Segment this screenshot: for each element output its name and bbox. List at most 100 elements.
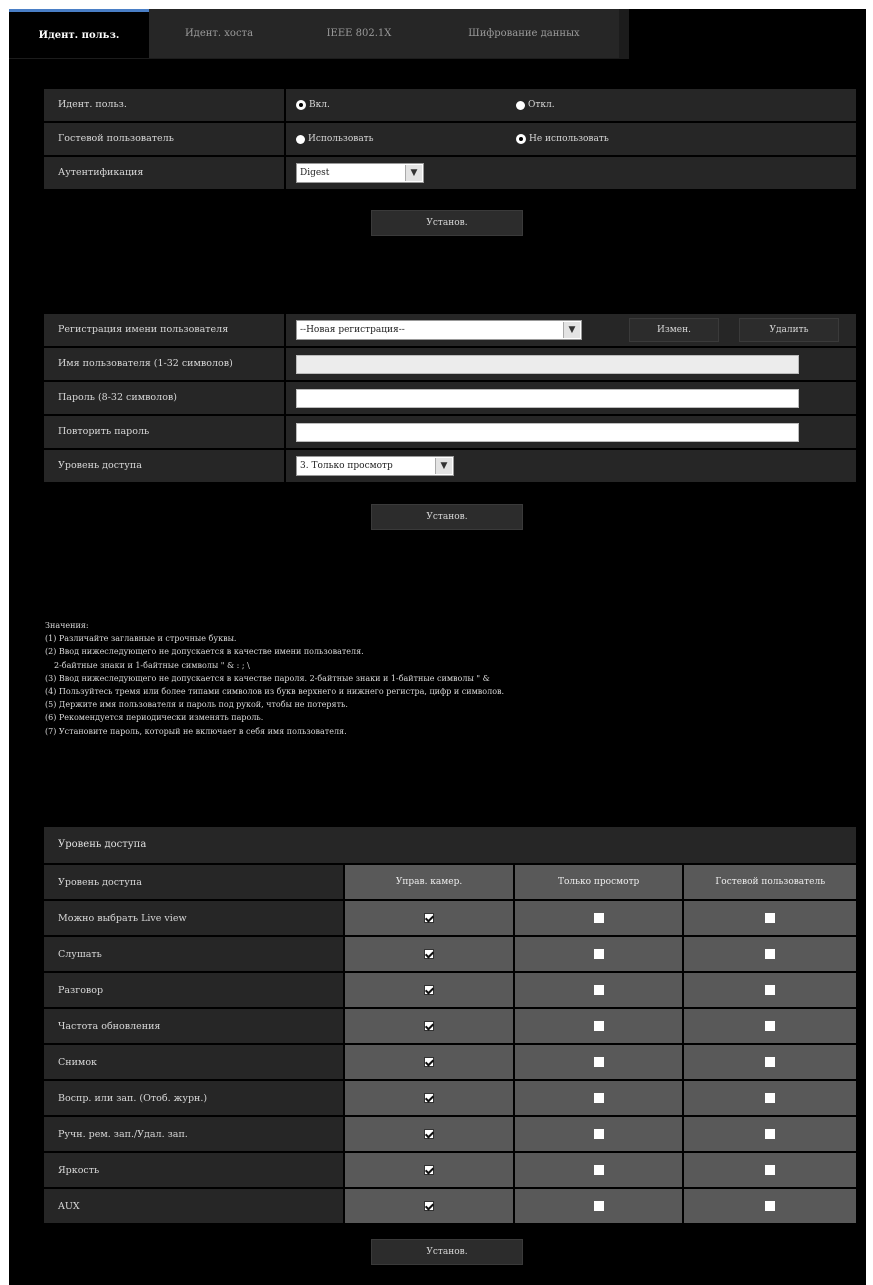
note-line: (6) Рекомендуется периодически изменять … [45, 713, 264, 723]
authentication-row: Аутентификация Digest ▼ [44, 157, 856, 191]
permission-cell [514, 973, 683, 1007]
authentication-select[interactable]: Digest ▼ [296, 163, 424, 183]
radio-unselected-icon [516, 100, 525, 110]
delete-button[interactable]: Удалить [739, 318, 839, 342]
checkbox-checked[interactable] [424, 1021, 435, 1031]
checkbox-unchecked[interactable] [593, 1021, 604, 1031]
table-row: Можно выбрать Live view [44, 901, 856, 935]
registration-select[interactable]: --Новая регистрация-- ▼ [296, 320, 582, 340]
radio-unselected-icon [296, 134, 305, 144]
tab-data-encryption[interactable]: Шифрование данных [429, 9, 619, 58]
checkbox-unchecked[interactable] [593, 1165, 604, 1175]
permission-cell [684, 973, 856, 1007]
access-set-button[interactable]: Установ. [371, 1239, 523, 1265]
user-auth-on-radio[interactable]: Вкл. [296, 89, 330, 121]
checkbox-unchecked[interactable] [765, 1201, 776, 1211]
permission-name: Слушать [44, 937, 344, 971]
user-auth-on-label: Вкл. [309, 100, 330, 110]
note-line: (1) Различайте заглавные и строчные букв… [45, 634, 237, 644]
checkbox-unchecked[interactable] [593, 985, 604, 995]
table-row: Воспр. или зап. (Отоб. журн.) [44, 1081, 856, 1115]
header-access-level: Уровень доступа [44, 865, 344, 899]
table-row: Ручн. рем. зап./Удал. зап. [44, 1117, 856, 1151]
checkbox-checked[interactable] [424, 1201, 435, 1211]
user-auth-label: Идент. польз. [58, 99, 127, 110]
checkbox-checked[interactable] [424, 913, 435, 923]
permission-cell [684, 1117, 856, 1151]
checkbox-checked[interactable] [424, 1165, 435, 1175]
checkbox-unchecked[interactable] [765, 1129, 776, 1139]
permission-name: Ручн. рем. зап./Удал. зап. [44, 1117, 344, 1151]
access-level-label: Уровень доступа [58, 460, 142, 471]
permission-cell [345, 1189, 513, 1223]
checkbox-unchecked[interactable] [765, 949, 776, 959]
table-row: Снимок [44, 1045, 856, 1079]
note-line: (3) Ввод нижеследующего не допускается в… [45, 673, 490, 683]
retype-password-input[interactable] [296, 423, 799, 442]
guest-not-use-label: Не использовать [529, 134, 609, 144]
checkbox-unchecked[interactable] [765, 1057, 776, 1067]
row-divider [284, 123, 286, 155]
checkbox-unchecked[interactable] [593, 1201, 604, 1211]
user-set-button[interactable]: Установ. [371, 504, 523, 530]
table-row: Частота обновления [44, 1009, 856, 1043]
checkbox-unchecked[interactable] [765, 985, 776, 995]
note-line: (2) Ввод нижеследующего не допускается в… [45, 647, 364, 657]
radio-selected-icon [296, 100, 306, 110]
permission-name: Можно выбрать Live view [44, 901, 344, 935]
guest-not-use-radio[interactable]: Не использовать [516, 123, 609, 155]
permission-cell [345, 937, 513, 971]
permission-cell [514, 1117, 683, 1151]
permission-cell [345, 1153, 513, 1187]
checkbox-checked[interactable] [424, 949, 435, 959]
password-input[interactable] [296, 389, 799, 408]
access-table-header: Уровень доступа Управ. камер. Только про… [44, 865, 856, 899]
checkbox-unchecked[interactable] [765, 1021, 776, 1031]
user-auth-row: Идент. польз. Вкл. Откл. [44, 89, 856, 123]
tab-ieee8021x[interactable]: IEEE 802.1X [289, 9, 429, 58]
chevron-down-icon: ▼ [563, 322, 580, 338]
username-row: Имя пользователя (1-32 символов) [44, 348, 856, 382]
header-view-only: Только просмотр [514, 865, 683, 899]
username-input[interactable] [296, 355, 799, 374]
access-table-body: Можно выбрать Live view Слушать Разговор Ча… [44, 901, 856, 1223]
table-row: Разговор [44, 973, 856, 1007]
tab-host-auth[interactable]: Идент. хоста [149, 9, 289, 58]
checkbox-checked[interactable] [424, 1129, 435, 1139]
retype-password-label: Повторить пароль [58, 426, 150, 437]
note-line: (7) Установите пароль, который не включа… [45, 726, 347, 736]
checkbox-unchecked[interactable] [593, 1057, 604, 1067]
row-divider [284, 382, 286, 414]
note-line: (4) Пользуйтесь тремя или более типами с… [45, 687, 505, 697]
permission-name: Частота обновления [44, 1009, 344, 1043]
checkbox-unchecked[interactable] [765, 913, 776, 923]
tab-user-auth[interactable]: Идент. польз. [9, 9, 149, 58]
guest-use-radio[interactable]: Использовать [296, 123, 374, 155]
change-button[interactable]: Измен. [629, 318, 719, 342]
permission-cell [345, 1045, 513, 1079]
checkbox-unchecked[interactable] [593, 913, 604, 923]
row-divider [284, 89, 286, 121]
row-divider [284, 314, 286, 346]
table-row: Слушать [44, 937, 856, 971]
access-level-row: Уровень доступа 3. Только просмотр ▼ [44, 450, 856, 484]
access-level-select[interactable]: 3. Только просмотр ▼ [296, 456, 454, 476]
note-line: 2-байтные знаки и 1-байтные символы " & … [54, 660, 250, 670]
checkbox-unchecked[interactable] [593, 1093, 604, 1103]
checkbox-checked[interactable] [424, 1057, 435, 1067]
guest-user-label: Гостевой пользователь [58, 133, 174, 144]
checkbox-unchecked[interactable] [765, 1165, 776, 1175]
checkbox-checked[interactable] [424, 985, 435, 995]
user-auth-off-radio[interactable]: Откл. [516, 89, 555, 121]
header-guest-user: Гостевой пользователь [684, 865, 856, 899]
permission-cell [514, 901, 683, 935]
checkbox-unchecked[interactable] [593, 1129, 604, 1139]
permission-name: Воспр. или зап. (Отоб. журн.) [44, 1081, 344, 1115]
checkbox-unchecked[interactable] [593, 949, 604, 959]
permission-cell [514, 1081, 683, 1115]
chevron-down-icon: ▼ [435, 458, 452, 474]
checkbox-checked[interactable] [424, 1093, 435, 1103]
checkbox-unchecked[interactable] [765, 1093, 776, 1103]
permission-cell [514, 1009, 683, 1043]
auth-set-button[interactable]: Установ. [371, 210, 523, 236]
